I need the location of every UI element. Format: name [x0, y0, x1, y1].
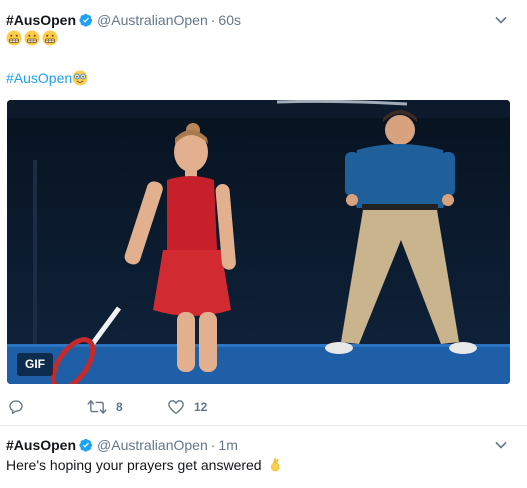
hashtag-line: #AusOpen	[6, 70, 88, 86]
tweet-timestamp[interactable]: 1m	[218, 437, 237, 453]
author-handle[interactable]: @AustralianOpen	[97, 437, 208, 453]
like-button[interactable]: 12	[167, 398, 207, 416]
retweet-button[interactable]: 8	[87, 398, 123, 416]
tweet-header: #AusOpen @AustralianOpen · 1m	[6, 436, 238, 454]
chevron-down-icon[interactable]	[494, 13, 508, 27]
reply-icon	[7, 398, 25, 416]
tweet-media-gif[interactable]: GIF	[7, 100, 510, 384]
grimacing-face-emoji-icon	[6, 30, 22, 46]
retweet-count: 8	[116, 400, 123, 414]
verified-badge-icon	[79, 438, 93, 452]
heart-icon	[167, 398, 185, 416]
reply-button[interactable]	[7, 398, 34, 416]
crossed-fingers-emoji-icon	[267, 457, 283, 473]
tweet[interactable]: #AusOpen @AustralianOpen · 60s #AusOpen	[0, 0, 527, 426]
gif-badge: GIF	[17, 353, 53, 376]
grimacing-face-emoji-icon	[24, 30, 40, 46]
chevron-down-icon[interactable]	[494, 438, 508, 452]
tweet-timestamp[interactable]: 60s	[218, 12, 241, 28]
tweet-text: Here's hoping your prayers get answered	[6, 457, 262, 473]
verified-badge-icon	[79, 13, 93, 27]
nerd-face-emoji-icon	[72, 70, 88, 86]
tweet-header: #AusOpen @AustralianOpen · 60s	[6, 11, 241, 29]
hashtag-link[interactable]: #AusOpen	[6, 70, 72, 86]
separator-dot: ·	[210, 437, 216, 453]
tweet[interactable]: #AusOpen @AustralianOpen · 1m Here's hop…	[0, 427, 527, 488]
retweet-icon	[87, 398, 107, 416]
gif-frame-illustration	[7, 100, 510, 384]
author-handle[interactable]: @AustralianOpen	[97, 12, 208, 28]
separator-dot: ·	[210, 12, 216, 28]
tweet-emoji-row	[6, 30, 58, 46]
author-name[interactable]: #AusOpen	[6, 12, 76, 28]
like-count: 12	[194, 400, 208, 414]
author-name[interactable]: #AusOpen	[6, 437, 76, 453]
grimacing-face-emoji-icon	[42, 30, 58, 46]
tweet-text-line: Here's hoping your prayers get answered	[6, 457, 283, 473]
